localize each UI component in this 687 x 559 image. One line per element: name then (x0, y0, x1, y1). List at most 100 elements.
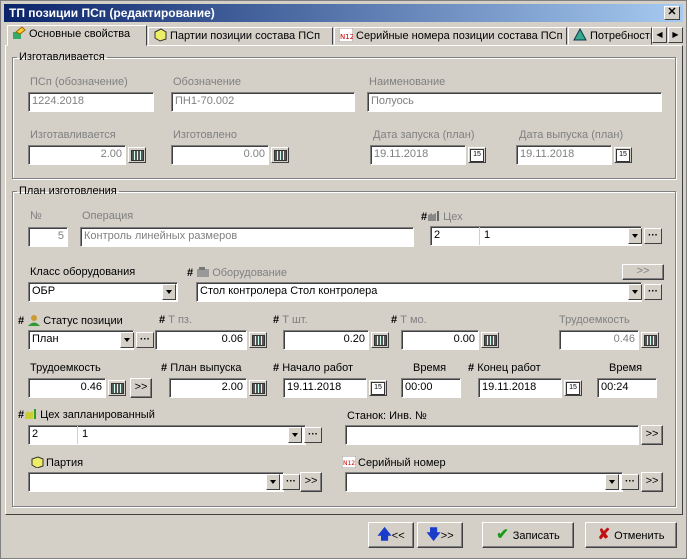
serial-number-icon: N123 (341, 455, 359, 469)
shop-lookup-button[interactable] (644, 228, 662, 244)
work-end-calendar-button[interactable] (564, 380, 582, 396)
release-date-field: 19.11.2018 (516, 145, 612, 165)
release-date-label: Дата выпуска (план) (519, 129, 624, 141)
name-label: Наименование (369, 76, 446, 88)
launch-date-label: Дата запуска (план) (373, 129, 475, 141)
batch-label: Партия (30, 456, 83, 469)
work-start-calendar-button[interactable] (369, 380, 387, 396)
equipment-dropdown-button[interactable] (628, 284, 642, 300)
equipment-more-button[interactable]: >> (622, 264, 664, 280)
time-start-field[interactable]: 00:00 (401, 378, 461, 398)
shop-select[interactable]: 2 1 (430, 226, 642, 246)
labor-readonly-field: 0.46 (559, 330, 639, 350)
qty-label: Изготавливается (30, 129, 116, 141)
work-start-label: # Начало работ (273, 362, 354, 374)
machine-more-button[interactable]: >> (641, 425, 663, 445)
shop-dropdown-button[interactable] (628, 228, 642, 244)
shop-label: # Цех (421, 210, 463, 223)
equipment-select[interactable]: Стол контролера Стол контролера (196, 282, 642, 302)
psp-field: 1224.2018 (28, 92, 154, 112)
tab-demand[interactable]: Потребность (568, 27, 652, 45)
work-start-field[interactable]: 19.11.2018 (283, 378, 367, 398)
operation-field: Контроль линейных размеров (80, 227, 414, 247)
labor-label: Трудоемкость (30, 362, 101, 374)
user-icon (27, 314, 41, 326)
close-button[interactable]: ✕ (664, 6, 680, 20)
plan-release-field[interactable]: 2.00 (169, 378, 247, 398)
calculator-icon (271, 147, 289, 163)
work-end-label: # Конец работ (468, 362, 541, 374)
equipment-class-label: Класс оборудования (30, 266, 136, 278)
work-end-field[interactable]: 19.11.2018 (478, 378, 562, 398)
designation-field: ПН1-70.002 (171, 92, 355, 112)
equipment-class-dropdown-button[interactable] (162, 284, 176, 300)
equipment-class-select[interactable]: ОБР (28, 282, 178, 302)
tsht-label: # Т шт. (273, 314, 308, 326)
serial-label: N123Серийный номер (341, 455, 446, 469)
calculator-icon (641, 332, 659, 348)
planned-shop-lookup-button[interactable] (304, 427, 322, 443)
demand-icon (573, 28, 587, 42)
tab-scroll-right-button[interactable]: ▶ (668, 27, 683, 43)
main-properties-panel: Изготавливается ПСп (обозначение) 1224.2… (5, 45, 683, 515)
labor-more-button[interactable]: >> (130, 378, 152, 398)
batch-icon (153, 28, 167, 42)
calculator-icon (128, 147, 146, 163)
number-label: № (30, 210, 42, 222)
psp-label: ПСп (обозначение) (30, 76, 128, 88)
launch-date-field: 19.11.2018 (370, 145, 466, 165)
planned-shop-select[interactable]: 2 1 (28, 425, 306, 445)
next-record-button[interactable]: 🡇>> (417, 522, 463, 548)
serial-lookup-button[interactable] (621, 474, 639, 490)
serial-more-button[interactable]: >> (641, 472, 663, 492)
previous-record-button[interactable]: 🡅<< (368, 522, 414, 548)
factory-icon (427, 210, 441, 222)
operation-label: Операция (82, 210, 134, 222)
manufactured-legend: Изготавливается (19, 51, 105, 63)
planned-shop-dropdown-button[interactable] (288, 427, 302, 443)
tsht-calculator-button[interactable] (371, 332, 389, 348)
time-end-field[interactable]: 00:24 (597, 378, 657, 398)
labor-field[interactable]: 0.46 (28, 378, 106, 398)
tmo-label: # Т мо. (391, 314, 427, 326)
status-dropdown-button[interactable] (120, 332, 134, 348)
tmo-field[interactable]: 0.00 (401, 330, 479, 350)
tab-main-properties[interactable]: Основные свойства (7, 25, 147, 46)
batch-lookup-button[interactable] (282, 474, 300, 490)
tab-scroll-left-button[interactable]: ◀ (652, 27, 667, 43)
tpz-label: # Т пз. (159, 314, 193, 326)
window-title: ТП позиции ПСп (редактирование) (9, 6, 215, 20)
labor-calculator-button[interactable] (108, 380, 126, 396)
number-field: 5 (28, 227, 68, 247)
planned-shop-label: # Цех запланированный (18, 409, 155, 421)
time-end-label: Время (609, 362, 643, 374)
serial-select[interactable] (345, 472, 623, 492)
plan-legend: План изготовления (19, 185, 117, 197)
equipment-lookup-button[interactable] (644, 284, 662, 300)
arrow-up-icon: 🡅 (377, 526, 392, 542)
tab-strip: Основные свойства Партии позиции состава… (7, 25, 683, 46)
tab-serial-numbers[interactable]: N123Серийные номера позиции состава ПСп (334, 27, 567, 45)
cancel-button[interactable]: ✘ Отменить (585, 522, 677, 548)
arrow-down-icon: 🡇 (426, 526, 441, 542)
calendar-icon (614, 147, 632, 163)
batch-more-button[interactable]: >> (300, 472, 322, 492)
checkmark-icon: ✔ (496, 526, 509, 543)
tpz-calculator-button[interactable] (249, 332, 267, 348)
plan-release-calculator-button[interactable] (249, 380, 267, 396)
batch-select[interactable] (28, 472, 284, 492)
status-select[interactable]: План (28, 330, 134, 350)
machine-field[interactable] (345, 425, 639, 445)
status-lookup-button[interactable] (136, 332, 154, 348)
tab-batches[interactable]: Партии позиции состава ПСп (148, 27, 333, 45)
serial-dropdown-button[interactable] (605, 474, 619, 490)
tpz-field[interactable]: 0.06 (155, 330, 247, 350)
status-label: # Статус позиции (18, 314, 123, 327)
save-button[interactable]: ✔ Записать (482, 522, 574, 548)
tsht-field[interactable]: 0.20 (283, 330, 369, 350)
batch-dropdown-button[interactable] (266, 474, 280, 490)
time-start-label: Время (413, 362, 447, 374)
equipment-icon (196, 266, 210, 278)
name-field: Полуось (367, 92, 662, 112)
tmo-calculator-button[interactable] (481, 332, 499, 348)
